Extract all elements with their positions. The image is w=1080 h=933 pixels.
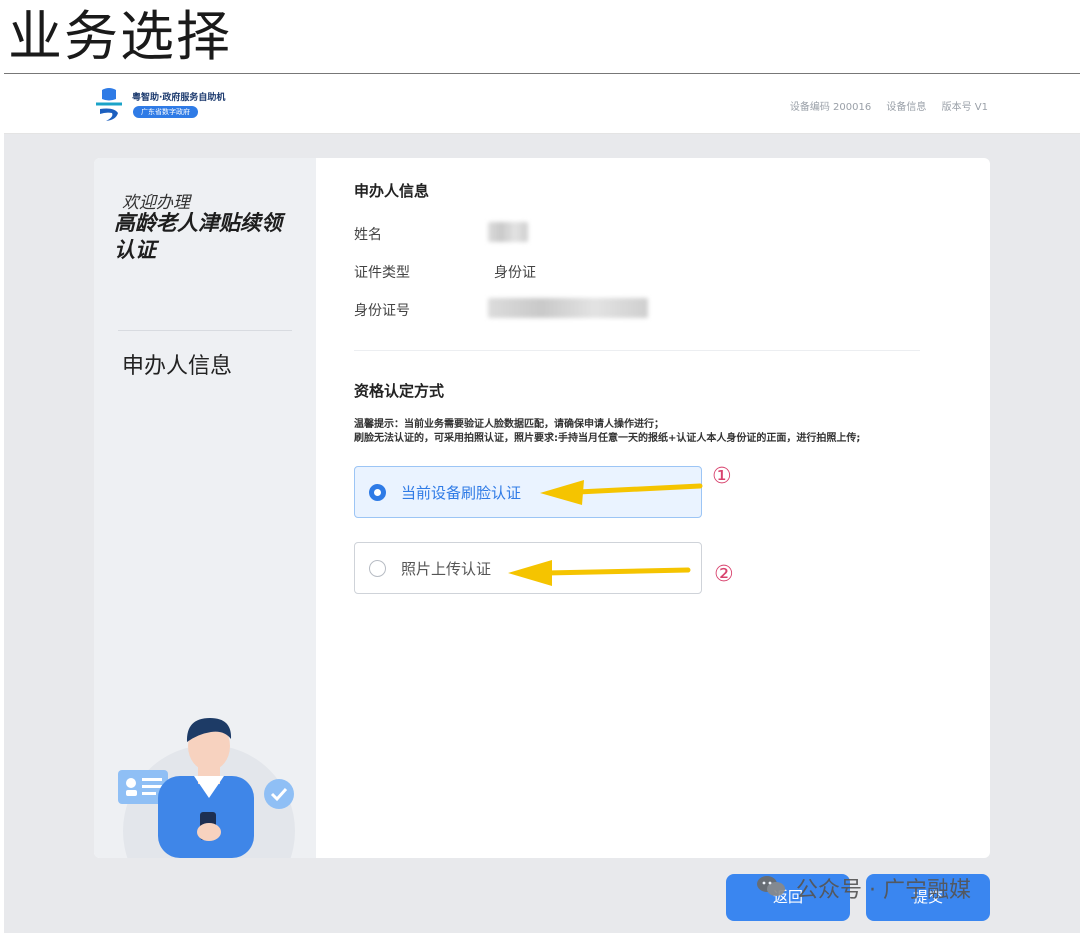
applicant-section-title: 申办人信息 — [354, 182, 430, 200]
name-value-redacted — [488, 222, 528, 242]
main-card: 欢迎办理 高龄老人津贴续领认证 申办人信息 申办人信息 姓名 证件类型 身份证 … — [94, 158, 990, 858]
notice-line-2: 刷脸无法认证的，可采用拍照认证，照片要求:手持当月任意一天的报纸+认证人本人身份… — [354, 433, 861, 444]
logo-title: 粤智助·政府服务自助机 — [132, 93, 226, 103]
id-number-label: 身份证号 — [354, 303, 410, 319]
app-header: 粤智助·政府服务自助机 广东省数字政府 设备编码 200016 设备信息 版本号… — [4, 80, 1080, 134]
name-label: 姓名 — [354, 227, 382, 243]
page-heading: 业务选择 — [8, 5, 232, 68]
qualification-section-title: 资格认定方式 — [354, 382, 445, 400]
wechat-icon — [757, 876, 785, 896]
service-name: 高龄老人津贴续领认证 — [114, 211, 282, 262]
arrow-left-icon — [540, 480, 703, 505]
option-label: 当前设备刷脸认证 — [401, 484, 522, 502]
arrow-left-icon — [508, 560, 691, 586]
heading-divider — [4, 73, 1080, 74]
notice-text: 温馨提示：当前业务需要验证人脸数据匹配，请确保申请人操作进行； 刷脸无法认证的，… — [354, 418, 954, 446]
person-illustration — [118, 718, 295, 858]
check-badge-icon — [264, 779, 294, 809]
notice-line-1: 温馨提示：当前业务需要验证人脸数据匹配，请确保申请人操作进行； — [354, 419, 664, 430]
section-divider — [354, 350, 920, 351]
radio-unselected-icon[interactable] — [369, 560, 386, 577]
kiosk-app: 粤智助·政府服务自助机 广东省数字政府 设备编码 200016 设备信息 版本号… — [4, 80, 1080, 933]
marker-2: ② — [714, 562, 734, 587]
device-code: 设备编码 200016 — [789, 102, 872, 113]
device-info: 设备编码 200016 设备信息 版本号 V1 — [778, 98, 988, 113]
watermark-text: 公众号 · 广宁融媒 — [796, 878, 971, 903]
id-number-redacted — [488, 298, 648, 318]
option-label: 照片上传认证 — [401, 560, 492, 578]
sidebar-step-applicant-info[interactable]: 申办人信息 — [122, 348, 232, 380]
device-info-link[interactable]: 设备信息 — [886, 102, 926, 113]
screenshot-root: 业务选择 粤智助·政府服务自助机 广东省数字政府 设备编码 200016 设备信… — [0, 0, 1080, 933]
marker-1: ① — [712, 464, 732, 489]
version-number: 版本号 V1 — [941, 102, 988, 113]
logo-subtitle: 广东省数字政府 — [133, 106, 198, 118]
id-type-label: 证件类型 — [354, 265, 410, 281]
radio-selected-icon[interactable] — [369, 484, 386, 501]
sidebar: 欢迎办理 高龄老人津贴续领认证 申办人信息 — [94, 158, 316, 858]
sidebar-divider — [118, 330, 292, 331]
form-panel: 申办人信息 姓名 证件类型 身份证 身份证号 资格认定方式 温馨提示：当前业务需… — [316, 158, 990, 858]
id-type-value: 身份证 — [494, 265, 536, 281]
yue-logo-icon — [96, 88, 122, 121]
